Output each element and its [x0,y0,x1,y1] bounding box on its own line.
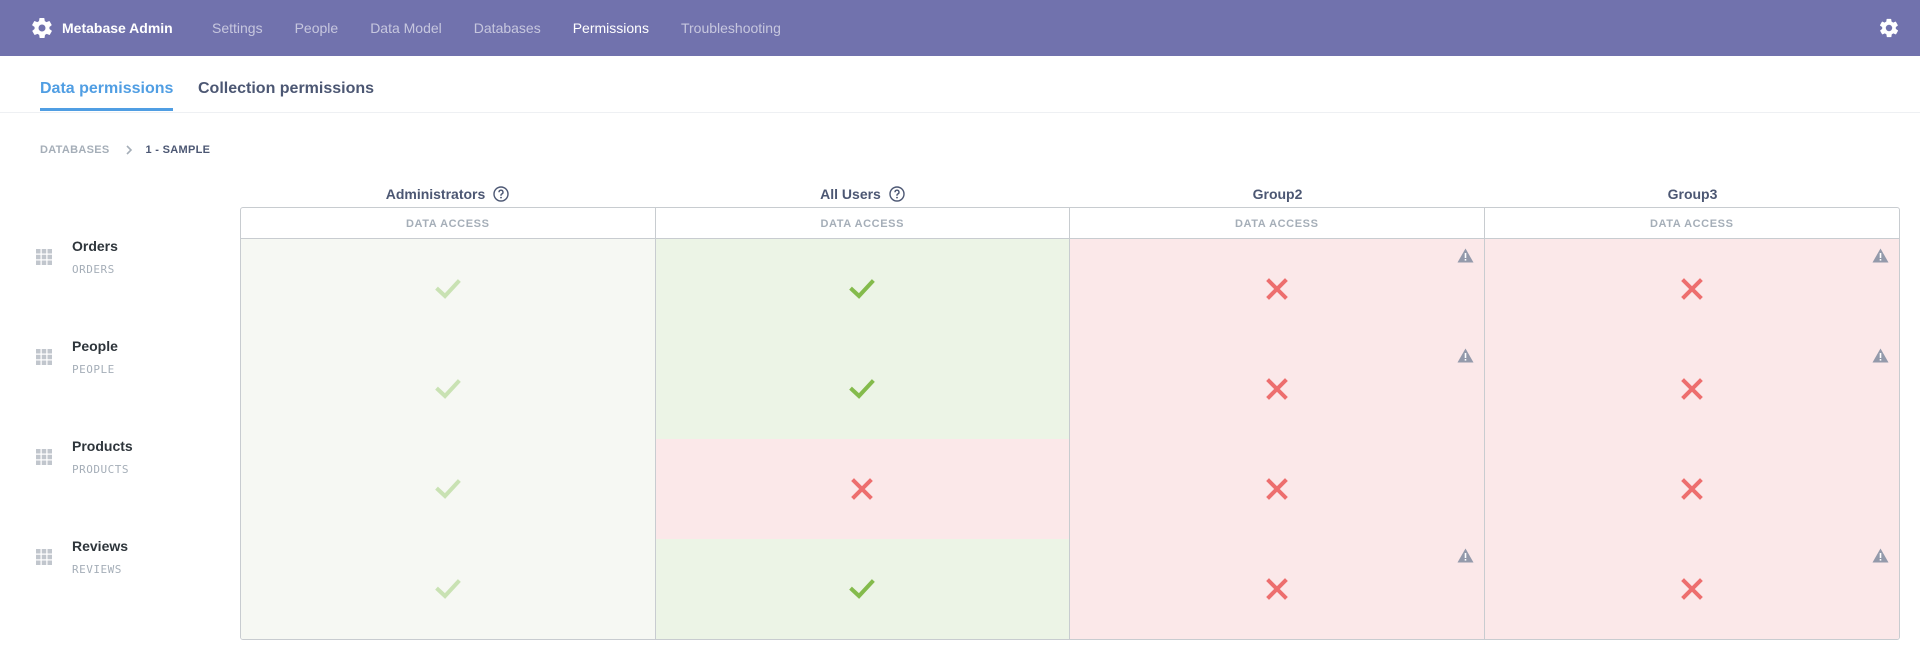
nav-item-people[interactable]: People [295,20,339,36]
check-icon [849,279,876,299]
column-label-data-access: DATA ACCESS [1070,208,1485,239]
column-label-data-access: DATA ACCESS [656,208,1070,239]
breadcrumb: DATABASES 1 - SAMPLE [40,144,210,156]
table-name: People [72,338,118,354]
table-name: Reviews [72,538,129,554]
check-icon [849,579,876,599]
close-icon [1680,378,1703,400]
tab-collection-permissions[interactable]: Collection permissions [198,80,374,108]
column-subheaders: DATA ACCESS DATA ACCESS DATA ACCESS DATA… [241,208,1899,239]
breadcrumb-current: 1 - SAMPLE [145,144,211,156]
table-name: Orders [72,238,118,254]
group-headers: Administrators All Users Group2 Group3 [240,180,1900,208]
table-grid-icon [36,249,52,265]
table-item-people[interactable]: People PEOPLE [36,338,118,398]
permission-cell[interactable] [241,539,656,639]
permission-row [241,339,1899,439]
warning-triangle-icon [1872,348,1889,363]
table-schema: PRODUCTS [72,463,129,476]
tab-data-permissions[interactable]: Data permissions [40,80,174,111]
check-icon [849,379,876,399]
nav-item-troubleshooting[interactable]: Troubleshooting [681,20,781,36]
question-circle-icon[interactable] [889,186,905,202]
table-schema: PEOPLE [72,363,115,376]
warning-triangle-icon [1457,548,1473,563]
chevron-right-icon [125,145,132,155]
group-header-group3: Group3 [1485,180,1900,208]
nav-item-permissions[interactable]: Permissions [573,20,649,36]
permission-cell[interactable] [1484,439,1899,539]
column-label-data-access: DATA ACCESS [1649,217,1734,230]
group-name: All Users [820,186,881,202]
permission-cell[interactable] [241,339,656,439]
permission-row [241,439,1899,539]
nav-item-databases[interactable]: Databases [474,20,541,36]
group-name: Administrators [385,186,486,202]
permission-cell[interactable] [655,339,1070,439]
close-icon [1680,278,1703,300]
breadcrumb-databases[interactable]: DATABASES [40,144,110,156]
check-icon [434,479,461,499]
nav-items: Settings People Data Model Databases Per… [212,20,813,36]
table-item-orders[interactable]: Orders ORDERS [36,238,118,298]
warning-triangle-icon [1872,548,1889,563]
permissions-grid: DATA ACCESS DATA ACCESS DATA ACCESS DATA… [240,207,1900,640]
permission-cell[interactable] [1070,439,1485,539]
nav-item-data-model[interactable]: Data Model [370,20,442,36]
close-icon [1680,478,1703,500]
close-icon [1265,278,1288,300]
permission-row [241,239,1899,339]
permission-cell[interactable] [241,439,656,539]
permission-cell[interactable] [241,239,656,339]
permission-tabs: Data permissions Collection permissions [0,56,1920,113]
permission-cell[interactable] [655,439,1070,539]
table-item-reviews[interactable]: Reviews REVIEWS [36,538,128,598]
gear-icon [32,18,52,38]
close-icon [1265,378,1288,400]
group-header-group2: Group2 [1070,180,1485,208]
close-icon [1265,578,1288,600]
permission-cell[interactable] [655,539,1070,639]
brand[interactable]: Metabase Admin [30,16,212,40]
check-icon [434,379,461,399]
check-icon [434,579,461,599]
table-grid-icon [36,549,52,565]
table-item-products[interactable]: Products PRODUCTS [36,438,133,498]
table-grid-icon [36,449,52,465]
question-circle-icon[interactable] [493,186,509,202]
table-schema: ORDERS [72,263,115,276]
permission-cell[interactable] [1484,239,1899,339]
permission-cell[interactable] [1070,339,1485,439]
warning-triangle-icon [1457,248,1473,263]
permission-cell[interactable] [1070,239,1485,339]
group-header-all-users: All Users [655,180,1070,208]
gear-icon[interactable] [1878,17,1900,39]
top-navigation: Metabase Admin Settings People Data Mode… [0,0,1920,56]
table-name: Products [72,438,133,454]
permission-cell[interactable] [1484,339,1899,439]
table-text: Orders ORDERS [72,238,118,276]
close-icon [851,478,874,500]
table-text: People PEOPLE [72,338,118,376]
close-icon [1680,578,1703,600]
group-name: Group2 [1252,186,1303,202]
close-icon [1265,478,1288,500]
check-icon [434,279,461,299]
group-name: Group3 [1667,186,1718,202]
warning-triangle-icon [1872,248,1889,263]
nav-item-settings[interactable]: Settings [212,20,263,36]
table-text: Reviews REVIEWS [72,538,128,576]
permission-cell[interactable] [655,239,1070,339]
permission-row [241,539,1899,639]
table-text: Products PRODUCTS [72,438,133,476]
permission-cell[interactable] [1484,539,1899,639]
table-schema: REVIEWS [72,563,122,576]
column-label-data-access: DATA ACCESS [241,208,656,239]
table-grid-icon [36,349,52,365]
group-header-administrators: Administrators [240,180,655,208]
warning-triangle-icon [1457,348,1473,363]
permission-cell[interactable] [1070,539,1485,639]
app-title: Metabase Admin [62,20,173,36]
